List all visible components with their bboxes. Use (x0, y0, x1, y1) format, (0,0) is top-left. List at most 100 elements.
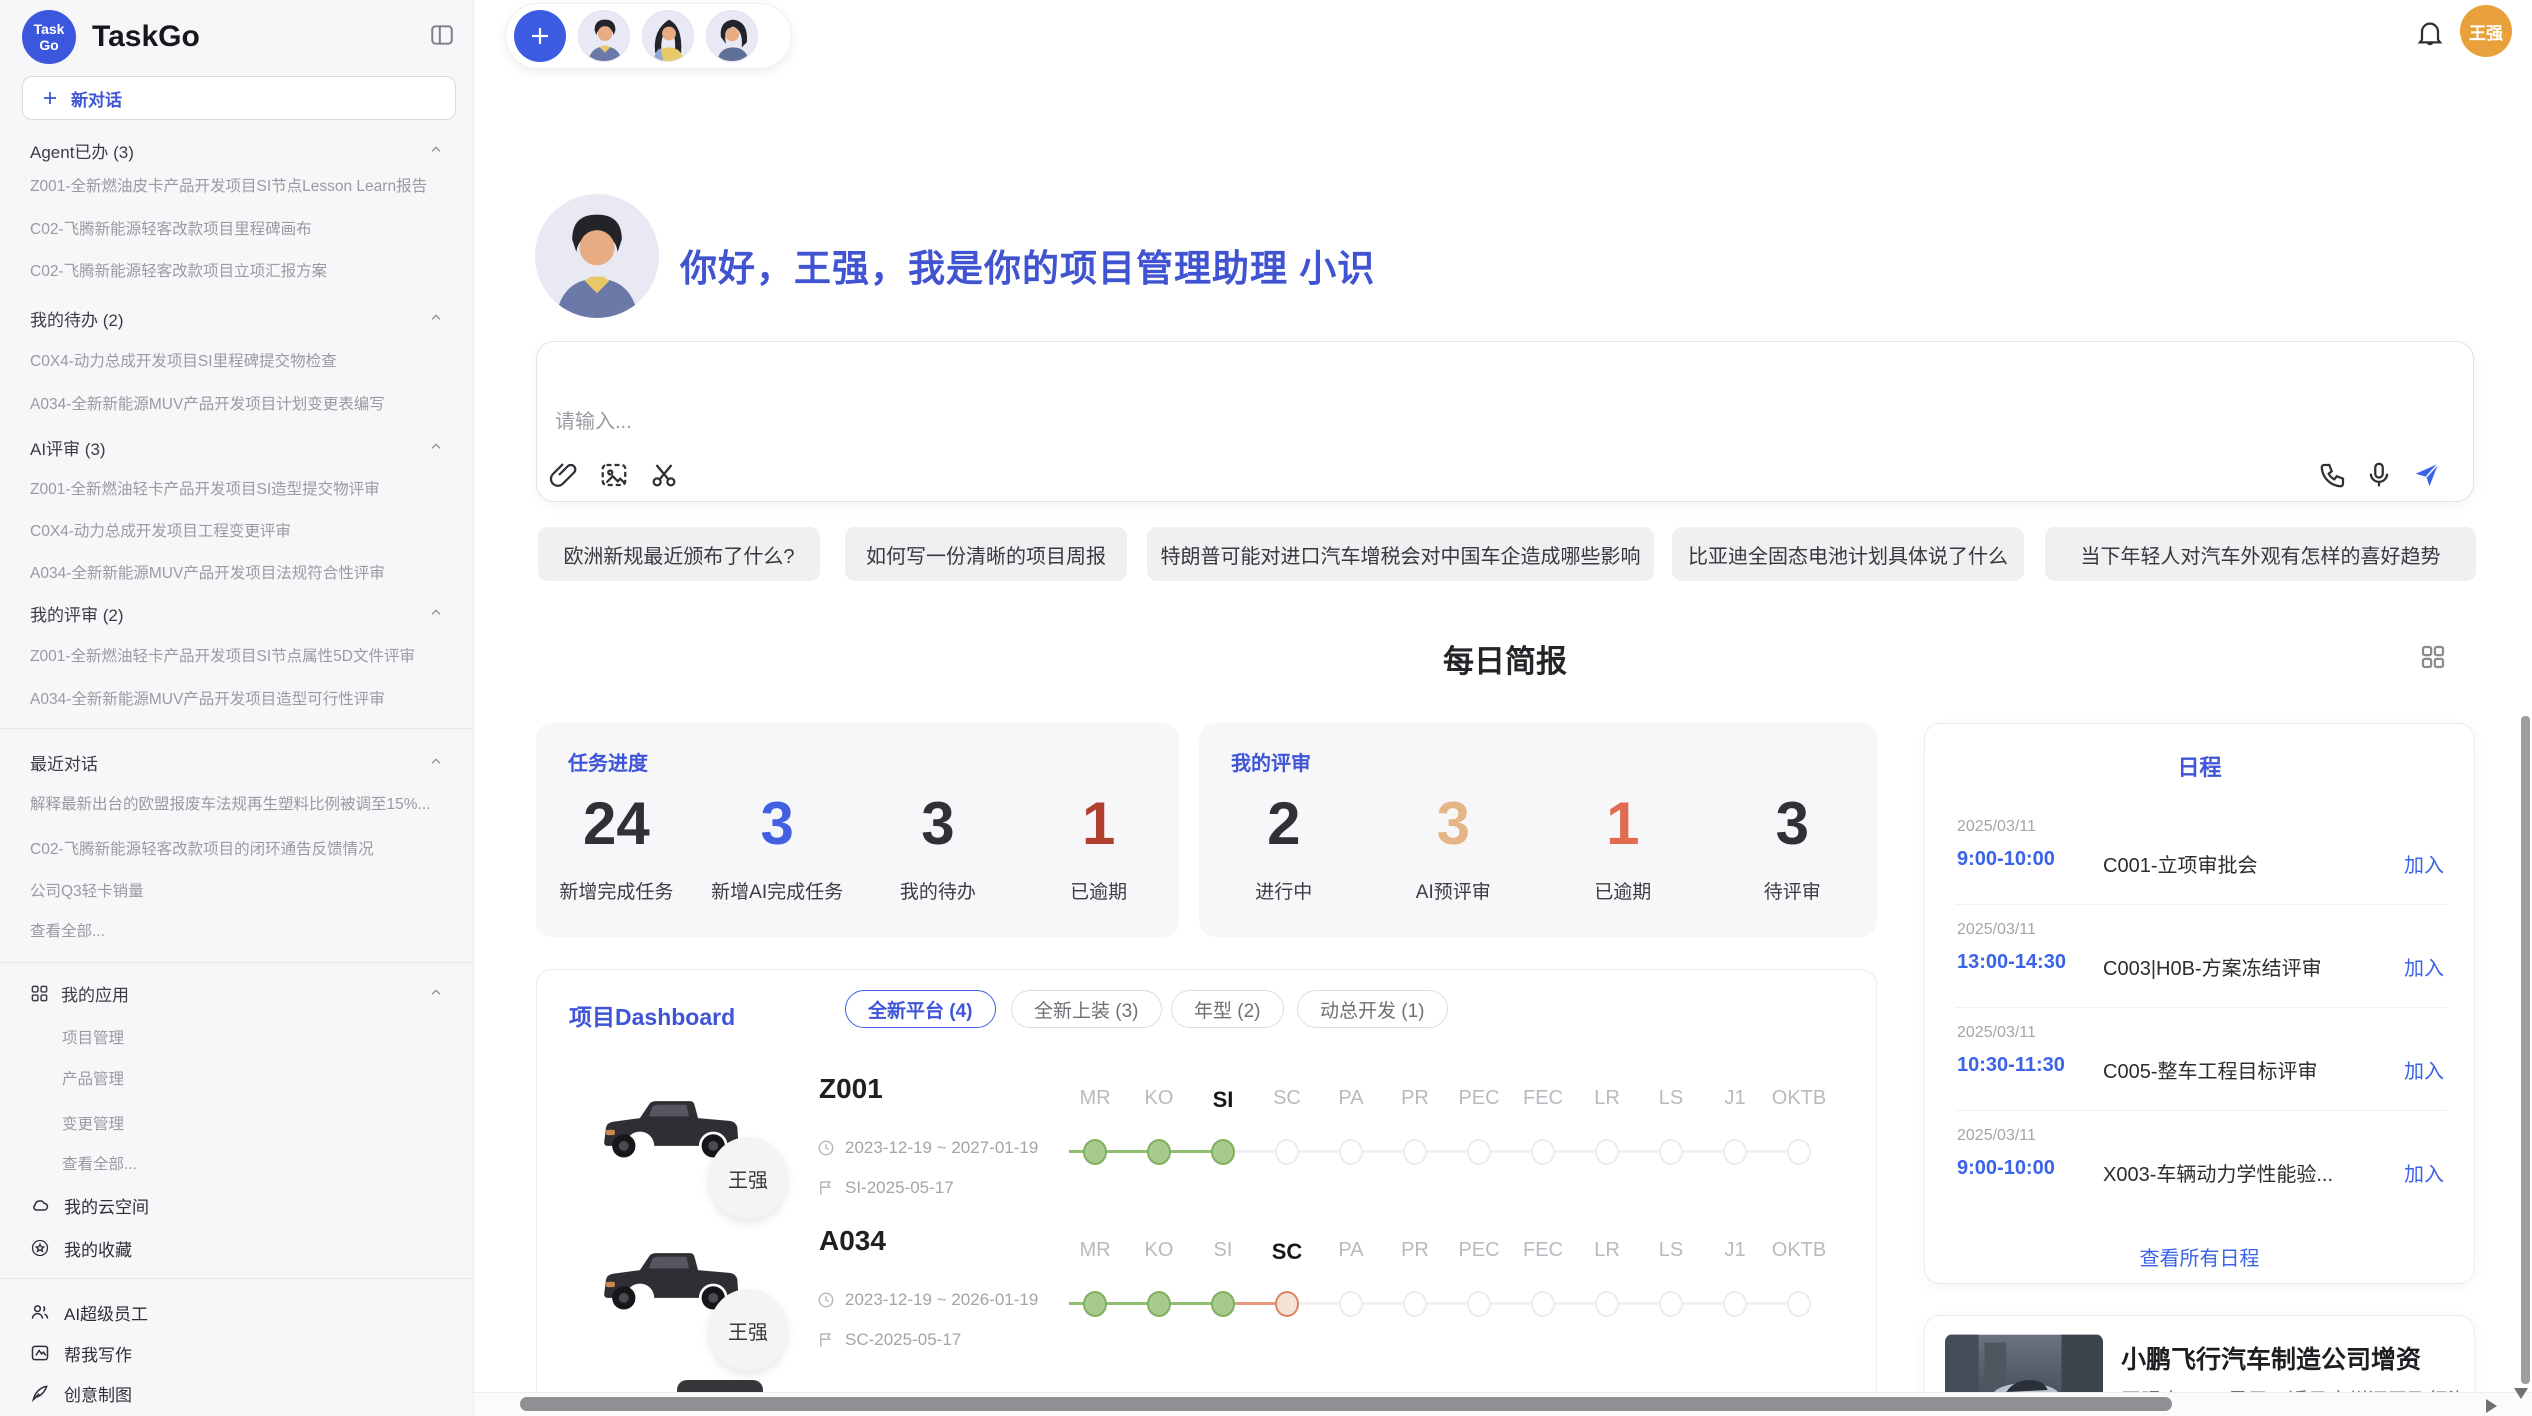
suggestion-chip[interactable]: 特朗普可能对进口汽车增税会对中国车企造成哪些影响 (1147, 527, 1654, 581)
add-agent-button[interactable] (514, 10, 566, 62)
plus-icon (41, 89, 59, 107)
sidebar-item[interactable]: Z001-全新燃油轻卡产品开发项目SI造型提交物评审 (30, 473, 456, 503)
sidebar-item[interactable]: Z001-全新燃油轻卡产品开发项目SI节点属性5D文件评审 (30, 640, 456, 670)
milestone-dot (1723, 1291, 1747, 1317)
sidebar-item-ai-staff[interactable]: AI超级员工 (30, 1297, 456, 1327)
stat-my-todo: 3 我的待办 (858, 785, 1019, 904)
agent-switcher (505, 3, 792, 69)
milestone-label: SI (1191, 1239, 1255, 1262)
new-chat-button[interactable]: 新对话 (22, 76, 456, 120)
sidebar-item[interactable]: A034-全新新能源MUV产品开发项目法规符合性评审 (30, 557, 456, 587)
app-logo: Task Go (22, 10, 76, 64)
chevron-up-icon (428, 985, 444, 1001)
section-my-todo[interactable]: 我的待办 (2) (30, 303, 456, 333)
sidebar-item-help-write[interactable]: 帮我写作 (30, 1338, 456, 1368)
tab-new-platform[interactable]: 全新平台 (4) (845, 990, 996, 1028)
apps-view-all[interactable]: 查看全部... (62, 1148, 456, 1178)
join-button[interactable]: 加入 (2404, 1055, 2444, 1084)
app-item-change-mgmt[interactable]: 变更管理 (62, 1108, 456, 1138)
notifications-bell-icon[interactable] (2414, 17, 2446, 49)
milestone-label: OKTB (1767, 1087, 1831, 1110)
voice-call-icon[interactable] (2318, 460, 2348, 490)
attach-file-icon[interactable] (549, 460, 579, 490)
section-ai-review[interactable]: AI评审 (3) (30, 432, 456, 462)
recent-chat-item[interactable]: C02-飞腾新能源轻客改款项目的闭环通告反馈情况 (30, 833, 456, 863)
sidebar-item[interactable]: C0X4-动力总成开发项目SI里程碑提交物检查 (30, 345, 456, 375)
project-code: Z001 (819, 1073, 883, 1105)
message-input[interactable] (555, 400, 2155, 444)
milestone-label: LR (1575, 1087, 1639, 1110)
star-badge-icon (30, 1238, 50, 1258)
layout-grid-icon[interactable] (2418, 642, 2448, 672)
sidebar-item-favorites[interactable]: 我的收藏 (30, 1233, 456, 1263)
screenshot-scissors-icon[interactable] (649, 460, 679, 490)
milestone-dot (1211, 1291, 1235, 1317)
milestone-column: PA (1319, 1239, 1383, 1335)
join-button[interactable]: 加入 (2404, 849, 2444, 878)
section-my-review[interactable]: 我的评审 (2) (30, 598, 456, 628)
recent-chat-item[interactable]: 公司Q3轻卡销量 (30, 875, 456, 905)
schedule-name: X003-车辆动力学性能验... (2103, 1158, 2343, 1187)
app-item-product-mgmt[interactable]: 产品管理 (62, 1063, 456, 1093)
section-recent-chats[interactable]: 最近对话 (30, 747, 456, 777)
milestone-label: KO (1127, 1087, 1191, 1110)
tab-powertrain-dev[interactable]: 动总开发 (1) (1297, 990, 1448, 1028)
stat-overdue: 1 已逾期 (1018, 785, 1179, 904)
milestone-label: PA (1319, 1087, 1383, 1110)
attach-image-icon[interactable] (599, 460, 629, 490)
send-icon[interactable] (2412, 460, 2442, 490)
join-button[interactable]: 加入 (2404, 1158, 2444, 1187)
milestone-dot (1787, 1291, 1811, 1317)
sidebar-item-creative-draw[interactable]: 创意制图 (30, 1378, 456, 1408)
scroll-down-arrow[interactable] (2514, 1388, 2528, 1399)
user-avatar[interactable]: 王强 (2460, 5, 2512, 57)
suggestion-chip[interactable]: 比亚迪全固态电池计划具体说了什么 (1672, 527, 2024, 581)
logo-text-bottom: Go (39, 37, 58, 53)
suggestion-chip[interactable]: 如何写一份清晰的项目周报 (845, 527, 1127, 581)
message-composer (536, 341, 2474, 502)
sidebar-item[interactable]: Z001-全新燃油皮卡产品开发项目SI节点Lesson Learn报告 (30, 170, 456, 200)
sidebar-item[interactable]: C02-飞腾新能源轻客改款项目里程碑画布 (30, 213, 456, 243)
tab-new-body[interactable]: 全新上装 (3) (1011, 990, 1162, 1028)
milestone-dot (1211, 1139, 1235, 1165)
milestone-label: PA (1319, 1239, 1383, 1262)
sidebar-item[interactable]: A034-全新新能源MUV产品开发项目造型可行性评审 (30, 683, 456, 713)
recent-chat-item[interactable]: 解释最新出台的欧盟报废车法规再生塑料比例被调至15%... (30, 788, 456, 818)
agent-avatar-1[interactable] (578, 10, 630, 62)
my-review-card: 我的评审 2 进行中 3 AI预评审 1 已逾期 3 待评审 (1199, 723, 1877, 937)
sidebar-collapse-icon[interactable] (428, 21, 456, 49)
horizontal-scrollbar-thumb[interactable] (520, 1397, 2172, 1411)
milestone-label: PR (1383, 1087, 1447, 1110)
milestone-column: LR (1575, 1239, 1639, 1335)
microphone-icon[interactable] (2364, 460, 2394, 490)
view-all-schedule-link[interactable]: 查看所有日程 (1925, 1242, 2474, 1271)
tab-model-year[interactable]: 年型 (2) (1171, 990, 1284, 1028)
suggestion-chip[interactable]: 欧洲新规最近颁布了什么? (538, 527, 820, 581)
app-item-project-mgmt[interactable]: 项目管理 (62, 1022, 456, 1052)
milestone-column: PR (1383, 1087, 1447, 1183)
milestone-column: PEC (1447, 1239, 1511, 1335)
agent-avatar-3[interactable] (706, 10, 758, 62)
chevron-up-icon (428, 310, 444, 326)
recent-view-all[interactable]: 查看全部... (30, 915, 456, 945)
suggestion-chip[interactable]: 当下年轻人对汽车外观有怎样的喜好趋势 (2045, 527, 2476, 581)
section-agent-done[interactable]: Agent已办 (3) (30, 135, 456, 165)
sidebar-item-cloud-space[interactable]: 我的云空间 (30, 1190, 456, 1220)
milestone-dot (1723, 1139, 1747, 1165)
sidebar-item[interactable]: C02-飞腾新能源轻客改款项目立项汇报方案 (30, 255, 456, 285)
stat-in-progress: 2 进行中 (1199, 785, 1369, 904)
sidebar-item[interactable]: A034-全新新能源MUV产品开发项目计划变更表编写 (30, 388, 456, 418)
agent-avatar-2[interactable] (642, 10, 694, 62)
sidebar-item[interactable]: C0X4-动力总成开发项目工程变更评审 (30, 515, 456, 545)
project-flag-row: SI-2025-05-17 (817, 1178, 954, 1198)
schedule-name: C003|H0B-方案冻结评审 (2103, 952, 2343, 981)
vertical-scrollbar-thumb[interactable] (2521, 716, 2530, 1384)
milestone-label: MR (1063, 1239, 1127, 1262)
section-my-apps[interactable]: 我的应用 (30, 978, 456, 1008)
clock-icon (817, 1291, 835, 1309)
join-button[interactable]: 加入 (2404, 952, 2444, 981)
stat-ai-done: 3 新增AI完成任务 (697, 785, 858, 904)
milestone-column: LS (1639, 1239, 1703, 1335)
scroll-right-arrow[interactable] (2486, 1399, 2497, 1413)
milestone-column: OKTB (1767, 1239, 1831, 1335)
